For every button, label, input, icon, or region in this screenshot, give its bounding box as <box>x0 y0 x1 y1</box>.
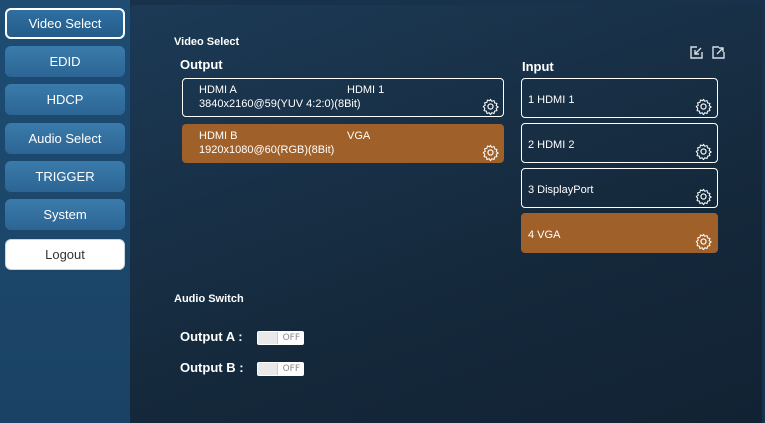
nav-edid[interactable]: EDID <box>5 46 125 77</box>
output-card-hdmi-a[interactable]: HDMI A HDMI 1 3840x2160@59(YUV 4:2:0)(8B… <box>182 78 504 117</box>
output-a-label: Output A : <box>180 329 243 344</box>
toggle-knob <box>258 332 278 344</box>
app-frame: Video Select EDID HDCP Audio Select TRIG… <box>0 0 765 423</box>
output-a-toggle[interactable]: OFF <box>257 331 304 345</box>
nav-hdcp[interactable]: HDCP <box>5 84 125 115</box>
input-card-vga[interactable]: 4 VGA <box>521 213 718 253</box>
nav-audio-select[interactable]: Audio Select <box>5 123 125 154</box>
output-b-label: Output B : <box>180 360 244 375</box>
nav-trigger[interactable]: TRIGGER <box>5 161 125 192</box>
output-card-hdmi-b[interactable]: HDMI B VGA 1920x1080@60(RGB)(8Bit) <box>182 124 504 163</box>
input-card-hdmi-1[interactable]: 1 HDMI 1 <box>521 78 718 118</box>
main-panel: Video Select Output Input HDMI A HDMI 1 … <box>130 5 762 423</box>
input-label: 2 HDMI 2 <box>528 139 575 151</box>
output-source: HDMI 1 <box>347 84 385 96</box>
input-label: 4 VGA <box>528 229 561 241</box>
output-source: VGA <box>347 130 371 142</box>
input-card-hdmi-2[interactable]: 2 HDMI 2 <box>521 123 718 163</box>
toggle-state: OFF <box>282 364 300 374</box>
gear-icon[interactable] <box>695 233 712 250</box>
output-name: HDMI B <box>199 130 238 142</box>
import-icon[interactable] <box>688 45 704 61</box>
input-column-title: Input <box>522 59 554 74</box>
nav-system[interactable]: System <box>5 199 125 230</box>
output-name: HDMI A <box>199 84 237 96</box>
gear-icon[interactable] <box>695 143 712 160</box>
gear-icon[interactable] <box>695 98 712 115</box>
export-icon[interactable] <box>710 45 726 61</box>
gear-icon[interactable] <box>482 98 499 115</box>
video-select-title: Video Select <box>174 36 240 48</box>
input-label: 3 DisplayPort <box>528 184 594 196</box>
gear-icon[interactable] <box>695 188 712 205</box>
toggle-state: OFF <box>282 333 300 343</box>
toggle-knob <box>258 363 278 375</box>
output-resolution: 1920x1080@60(RGB)(8Bit) <box>199 144 335 156</box>
nav-video-select[interactable]: Video Select <box>5 8 125 39</box>
gear-icon[interactable] <box>482 144 499 161</box>
input-card-displayport[interactable]: 3 DisplayPort <box>521 168 718 208</box>
output-column-title: Output <box>180 57 223 72</box>
audio-switch-title: Audio Switch <box>174 293 244 305</box>
logout-button[interactable]: Logout <box>5 239 125 270</box>
input-label: 1 HDMI 1 <box>528 94 575 106</box>
sidebar: Video Select EDID HDCP Audio Select TRIG… <box>0 0 130 423</box>
output-resolution: 3840x2160@59(YUV 4:2:0)(8Bit) <box>199 98 361 110</box>
output-b-toggle[interactable]: OFF <box>257 362 304 376</box>
